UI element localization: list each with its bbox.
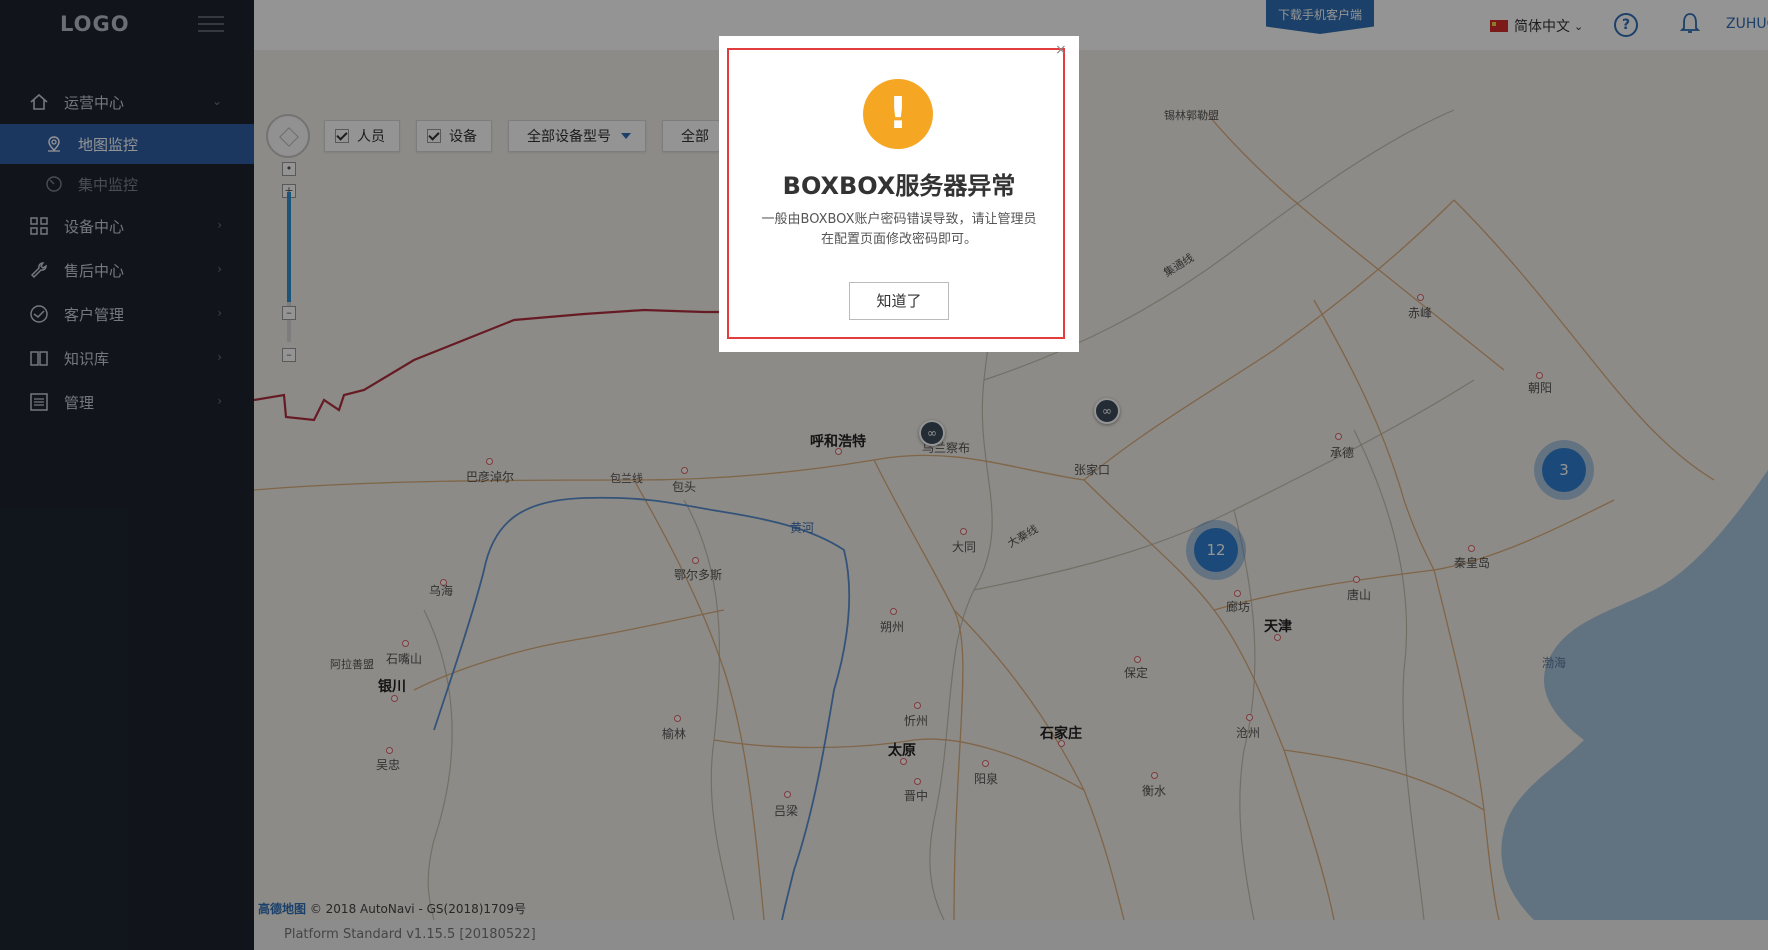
acknowledge-button[interactable]: 知道了 [849, 282, 949, 320]
close-icon[interactable]: × [1055, 42, 1067, 58]
dialog-title: BOXBOX服务器异常 [782, 172, 1016, 200]
error-dialog: × ! BOXBOX服务器异常 一般由BOXBOX账户密码错误导致，请让管理员 … [719, 36, 1079, 352]
dialog-message-line: 一般由BOXBOX账户密码错误导致，请让管理员 [761, 212, 1037, 227]
warning-icon: ! [863, 79, 933, 149]
dialog-message: 一般由BOXBOX账户密码错误导致，请让管理员 在配置页面修改密码即可。 [749, 210, 1049, 250]
dialog-message-line: 在配置页面修改密码即可。 [820, 232, 977, 247]
